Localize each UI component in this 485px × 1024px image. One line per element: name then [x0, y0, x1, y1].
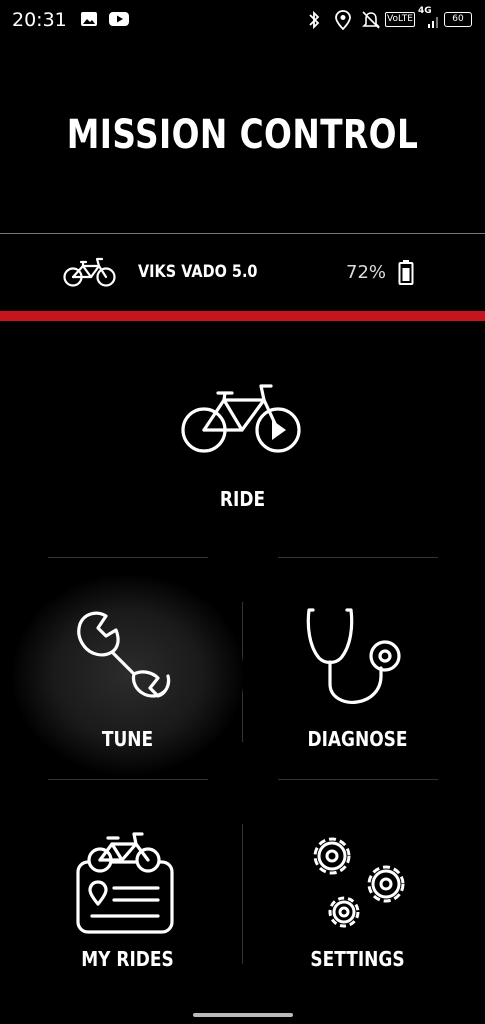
tune-label: TUNE	[101, 727, 154, 751]
youtube-icon	[108, 10, 130, 32]
ride-log-icon	[74, 824, 176, 940]
bluetooth-icon	[307, 10, 321, 34]
status-time: 20:31	[12, 9, 67, 31]
status-bar: 20:31 VoLTE 4G 60	[0, 0, 485, 40]
volte-icon: VoLTE	[385, 12, 415, 27]
mute-icon	[362, 10, 380, 34]
my-rides-label: MY RIDES	[81, 947, 174, 971]
battery-icon: 60	[444, 12, 472, 27]
grid-divider	[278, 779, 438, 780]
bike-name: VIKS VADO 5.0	[138, 262, 258, 282]
diagnose-button[interactable]: DIAGNOSE	[250, 590, 465, 770]
settings-label: SETTINGS	[310, 947, 405, 971]
ride-label: RIDE	[219, 487, 266, 511]
tune-button[interactable]: TUNE	[20, 590, 235, 770]
bike-play-icon	[180, 376, 304, 460]
grid-divider	[278, 557, 438, 558]
bike-icon	[62, 254, 118, 292]
signal-4g-icon	[427, 14, 441, 33]
ride-button[interactable]: RIDE	[140, 370, 345, 520]
wrench-icon	[72, 608, 176, 704]
my-rides-button[interactable]: MY RIDES	[20, 812, 235, 992]
accent-bar	[0, 311, 485, 321]
gears-icon	[302, 828, 410, 936]
page-title: MISSION CONTROL	[66, 112, 419, 158]
connected-bike-row[interactable]: VIKS VADO 5.0 72%	[0, 252, 485, 292]
stethoscope-icon	[305, 606, 415, 710]
location-icon	[335, 10, 351, 34]
grid-divider	[48, 557, 208, 558]
header-divider	[0, 233, 485, 234]
grid-divider	[48, 779, 208, 780]
grid-divider	[242, 824, 243, 964]
bike-battery-percent: 72%	[346, 262, 387, 283]
settings-button[interactable]: SETTINGS	[250, 812, 465, 992]
bike-battery-icon	[398, 260, 414, 290]
image-icon	[80, 10, 98, 32]
diagnose-label: DIAGNOSE	[307, 727, 408, 751]
home-indicator[interactable]	[193, 1013, 293, 1017]
